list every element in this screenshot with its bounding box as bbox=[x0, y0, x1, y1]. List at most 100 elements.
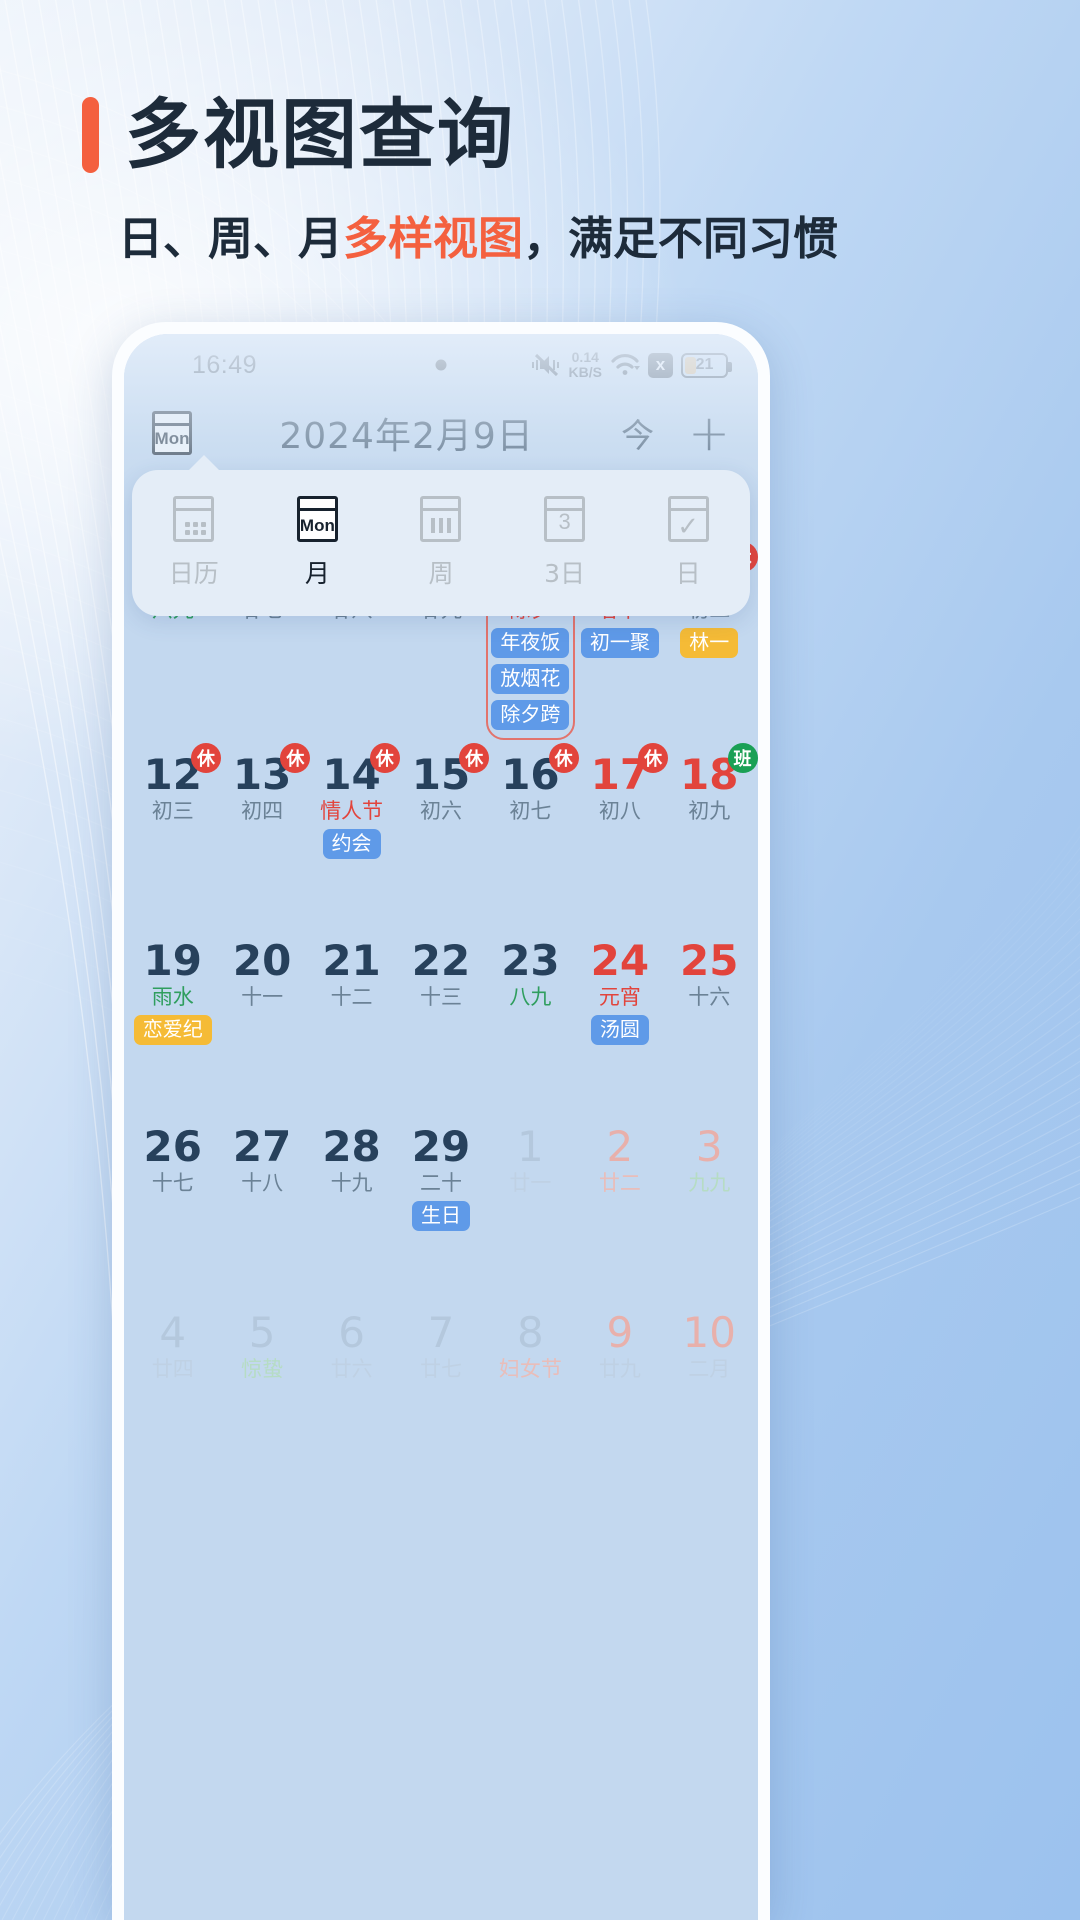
lunar-label: 九九 bbox=[688, 1171, 731, 1196]
holiday-badge: 休 bbox=[190, 743, 221, 774]
calendar-day-cell[interactable]: 19 雨水 恋爱纪 bbox=[128, 940, 217, 1112]
calendar-day-cell[interactable]: 3 九九 bbox=[665, 1126, 754, 1298]
day-number-wrap: 3 bbox=[696, 1126, 723, 1168]
calendar-day-cell[interactable]: 13 休初四 bbox=[217, 743, 311, 926]
event-chip[interactable]: 年夜饭 bbox=[491, 628, 570, 659]
view-option-2[interactable]: Mon 月 bbox=[256, 496, 380, 590]
view-option-4[interactable]: 3 3日 bbox=[503, 496, 627, 590]
wifi-icon bbox=[611, 354, 640, 375]
event-chip[interactable]: 恋爱纪 bbox=[133, 1015, 212, 1046]
calendar-day-cell[interactable]: 12 休初三 bbox=[128, 743, 221, 926]
lunar-label: 情人节 bbox=[320, 799, 384, 824]
lunar-label: 廿一 bbox=[509, 1171, 552, 1196]
event-chip[interactable]: 约会 bbox=[322, 829, 381, 860]
calendar-day-cell[interactable]: 25 十六 bbox=[665, 940, 754, 1112]
lunar-label: 十三 bbox=[419, 985, 462, 1010]
month-view-toggle-label: Mon bbox=[154, 429, 190, 448]
calendar-day-cell[interactable]: 16 休初七 bbox=[486, 743, 579, 926]
calendar-day-cell[interactable]: 17 休初八 bbox=[575, 743, 669, 926]
day-number-wrap: 20 bbox=[233, 940, 291, 982]
day-number: 9 bbox=[606, 1308, 634, 1358]
day-number: 10 bbox=[682, 1308, 736, 1358]
calendar-day-cell[interactable]: 23 八九 bbox=[486, 940, 575, 1112]
calendar-day-cell[interactable]: 27 十八 bbox=[217, 1126, 306, 1298]
lunar-label: 廿七 bbox=[419, 1357, 462, 1382]
lunar-label: 初七 bbox=[509, 799, 552, 824]
view-option-3[interactable]: 周 bbox=[379, 496, 503, 590]
calendar-day-cell[interactable]: 5 惊蛰 bbox=[217, 1312, 306, 1484]
page-title-row: 多视图查询 bbox=[82, 97, 515, 173]
calendar-day-cell[interactable]: 24 元宵 汤圆 bbox=[575, 940, 664, 1112]
holiday-badge: 休 bbox=[548, 743, 579, 774]
calendar-day-cell[interactable]: 21 十二 bbox=[307, 940, 396, 1112]
calendar-day-cell[interactable]: 9 廿九 bbox=[575, 1312, 664, 1484]
day-number-wrap: 16 休 bbox=[501, 743, 579, 796]
day-number-wrap: 9 bbox=[606, 1312, 633, 1354]
event-chip[interactable]: 生日 bbox=[411, 1201, 470, 1232]
day-number: 23 bbox=[501, 936, 560, 986]
view-option-label: 月 bbox=[304, 559, 330, 588]
calendar-day-cell[interactable]: 28 十九 bbox=[307, 1126, 396, 1298]
event-chip[interactable]: 初一聚 bbox=[580, 628, 659, 659]
day-check-icon: ✓ bbox=[667, 496, 709, 542]
week-columns-icon bbox=[420, 496, 462, 542]
event-chip[interactable]: 汤圆 bbox=[590, 1015, 649, 1046]
battery-icon: 21 bbox=[681, 352, 732, 378]
calendar-day-cell[interactable]: 15 休初六 bbox=[396, 743, 490, 926]
calendar-day-cell[interactable]: 10 二月 bbox=[665, 1312, 754, 1484]
day-number: 4 bbox=[159, 1308, 187, 1358]
week-column-bars bbox=[428, 515, 453, 536]
calendar-day-cell[interactable]: 7 廿七 bbox=[396, 1312, 485, 1484]
day-number: 3 bbox=[695, 1122, 723, 1172]
calendar-day-cell[interactable]: 1 廿一 bbox=[486, 1126, 575, 1298]
day-number: 5 bbox=[248, 1308, 276, 1358]
day-number-wrap: 10 bbox=[683, 1312, 736, 1354]
calendar-day-cell[interactable]: 22 十三 bbox=[396, 940, 485, 1112]
calendar-day-cell[interactable]: 4 廿四 bbox=[128, 1312, 217, 1484]
view-selector-popup: 日历 Mon 月 周 3 3日 ✓ 日 bbox=[132, 455, 750, 616]
day-number: 25 bbox=[680, 936, 739, 986]
today-button[interactable]: 今 bbox=[621, 409, 654, 457]
sim-x-icon: x bbox=[648, 352, 673, 378]
workday-badge: 班 bbox=[727, 743, 758, 774]
event-chip[interactable]: 林一 bbox=[680, 628, 739, 659]
page-title: 多视图查询 bbox=[125, 90, 515, 179]
current-date-title[interactable]: 2024年2月9日 bbox=[192, 407, 621, 459]
event-chip[interactable]: 除夕跨 bbox=[491, 700, 570, 731]
three-day-glyph: 3 bbox=[558, 509, 571, 534]
calendar-day-cell[interactable]: 20 十一 bbox=[217, 940, 306, 1112]
lunar-label: 惊蛰 bbox=[241, 1357, 284, 1382]
event-chip[interactable]: 放烟花 bbox=[491, 664, 570, 695]
three-day-icon: 3 bbox=[544, 496, 586, 542]
lunar-label: 廿九 bbox=[598, 1357, 641, 1382]
calendar-day-cell[interactable]: 8 妇女节 bbox=[486, 1312, 575, 1484]
month-mon-icon: Mon bbox=[296, 496, 338, 542]
phone-screen: 16:49 0.14 KB/S x 21 Mon 2024年2月9日 今 + 年… bbox=[124, 334, 758, 1920]
day-number-wrap: 1 bbox=[517, 1126, 544, 1168]
calendar-day-cell[interactable]: 14 休情人节 约会 bbox=[307, 743, 400, 926]
day-number: 8 bbox=[517, 1308, 544, 1358]
view-option-5[interactable]: ✓ 日 bbox=[626, 496, 750, 590]
calendar-day-cell[interactable]: 26 十七 bbox=[128, 1126, 217, 1298]
network-speed: 0.14 KB/S bbox=[569, 350, 602, 380]
day-number-wrap: 7 bbox=[428, 1312, 455, 1354]
subtitle-part-post: ，满足不同习惯 bbox=[523, 212, 839, 265]
view-option-1[interactable]: 日历 bbox=[132, 496, 256, 590]
day-number-wrap: 21 bbox=[322, 940, 380, 982]
day-number: 20 bbox=[232, 936, 292, 986]
add-event-button[interactable]: + bbox=[688, 408, 730, 458]
day-number: 2 bbox=[606, 1122, 634, 1172]
lunar-label: 十六 bbox=[688, 985, 731, 1010]
day-number-wrap: 23 bbox=[501, 940, 559, 982]
month-view-toggle-icon[interactable]: Mon bbox=[152, 411, 192, 455]
day-number: 21 bbox=[322, 936, 381, 986]
day-number-wrap: 28 bbox=[322, 1126, 380, 1168]
calendar-day-cell[interactable]: 29 二十 生日 bbox=[396, 1126, 485, 1298]
view-option-label: 3日 bbox=[544, 559, 586, 588]
day-number: 1 bbox=[517, 1122, 544, 1172]
calendar-day-cell[interactable]: 18 班初九 bbox=[665, 743, 758, 926]
calendar-day-cell[interactable]: 6 廿六 bbox=[307, 1312, 396, 1484]
calendar-day-cell[interactable]: 2 廿二 bbox=[575, 1126, 664, 1298]
day-number: 26 bbox=[143, 1122, 202, 1172]
lunar-label: 十九 bbox=[330, 1171, 373, 1196]
